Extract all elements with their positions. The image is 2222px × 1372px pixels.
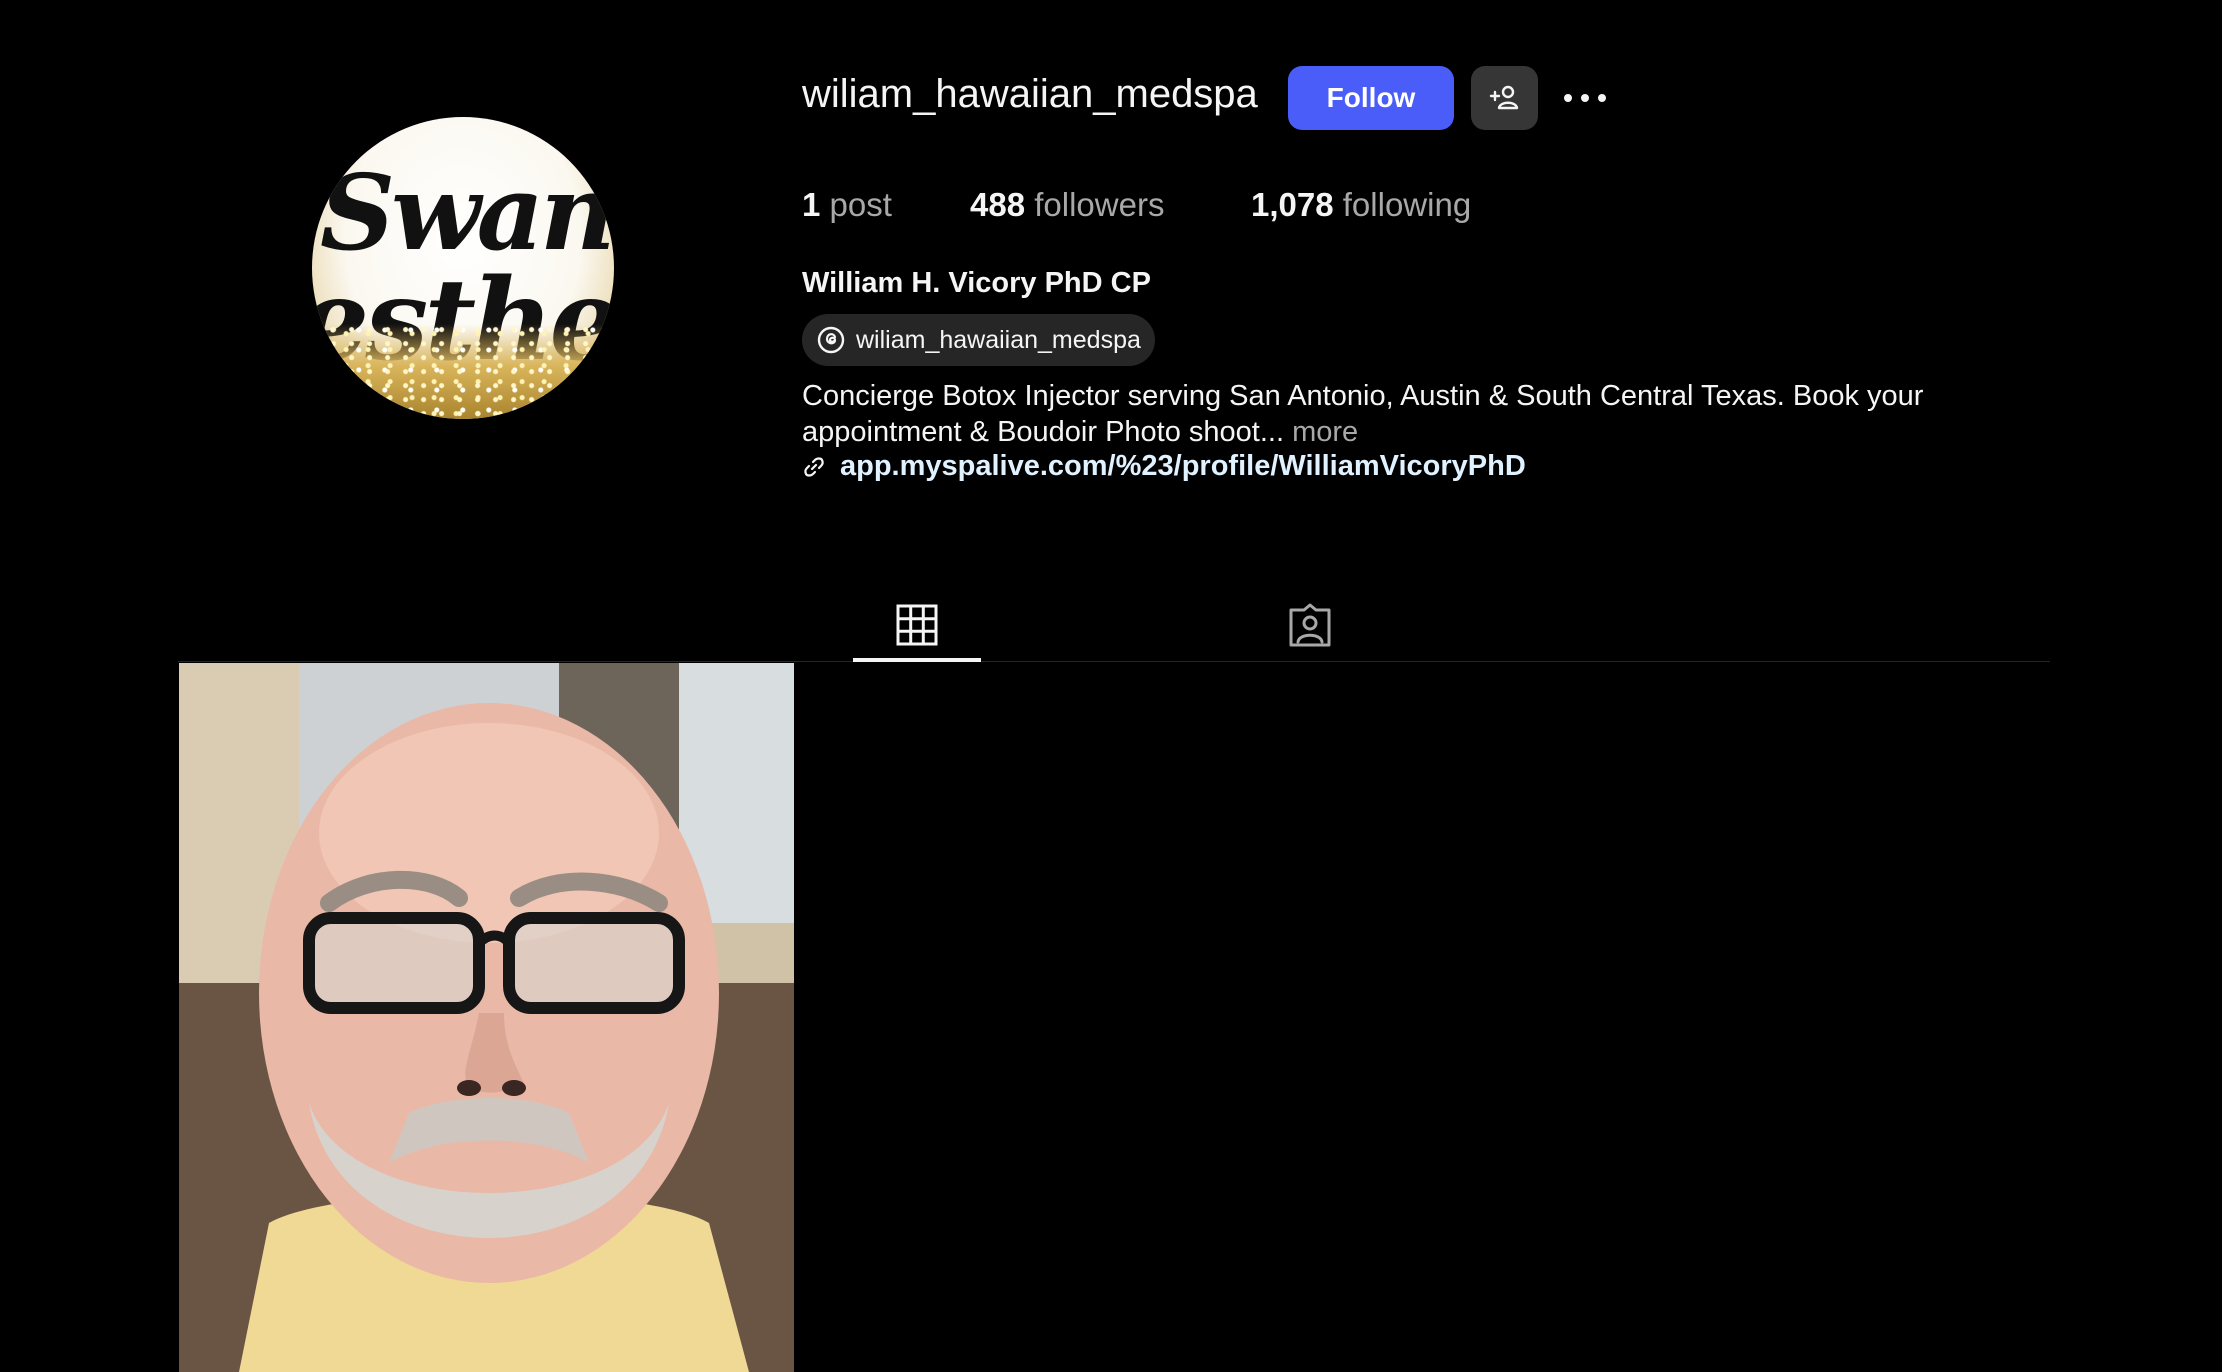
profile-username: wiliam_hawaiian_medspa	[802, 72, 1258, 116]
ellipsis-icon	[1564, 94, 1606, 102]
active-tab-indicator	[853, 658, 981, 662]
tagged-icon	[1289, 603, 1331, 647]
following-stat[interactable]: 1,078 following	[1251, 186, 1471, 224]
bio-more-link[interactable]: more	[1292, 416, 1358, 448]
profile-bio: Concierge Botox Injector serving San Ant…	[802, 378, 2002, 450]
tab-tagged[interactable]	[1246, 588, 1374, 662]
posts-count-stat: 1 post	[802, 186, 892, 224]
threads-handle: wiliam_hawaiian_medspa	[856, 325, 1141, 354]
following-count: 1,078	[1251, 186, 1334, 223]
suggested-accounts-button[interactable]	[1471, 66, 1538, 130]
bio-text: Concierge Botox Injector serving San Ant…	[802, 380, 1924, 448]
profile-full-name: William H. Vicory PhD CP	[802, 267, 1151, 299]
follow-button[interactable]: Follow	[1288, 66, 1454, 130]
posts-count: 1	[802, 186, 821, 223]
post-thumbnail[interactable]	[179, 663, 794, 1372]
external-link[interactable]: app.myspalive.com/%23/profile/WilliamVic…	[802, 450, 1526, 483]
grid-icon	[896, 604, 938, 646]
followers-label: followers	[1034, 186, 1165, 223]
more-options-button[interactable]	[1560, 78, 1610, 118]
threads-icon	[817, 326, 845, 354]
posts-label: post	[829, 186, 892, 223]
following-label: following	[1342, 186, 1472, 223]
link-icon	[804, 456, 824, 477]
tabs-divider	[178, 661, 2050, 662]
external-link-url: app.myspalive.com/%23/profile/WilliamVic…	[840, 450, 1526, 482]
post-photo	[179, 663, 794, 1372]
followers-count: 488	[970, 186, 1026, 223]
profile-avatar[interactable]: Swank esthetic	[312, 117, 614, 419]
add-person-icon	[1489, 85, 1518, 110]
avatar-glitter-band	[312, 324, 614, 419]
threads-profile-link[interactable]: wiliam_hawaiian_medspa	[802, 314, 1155, 366]
tab-posts[interactable]	[853, 588, 981, 662]
followers-stat[interactable]: 488 followers	[970, 186, 1164, 224]
